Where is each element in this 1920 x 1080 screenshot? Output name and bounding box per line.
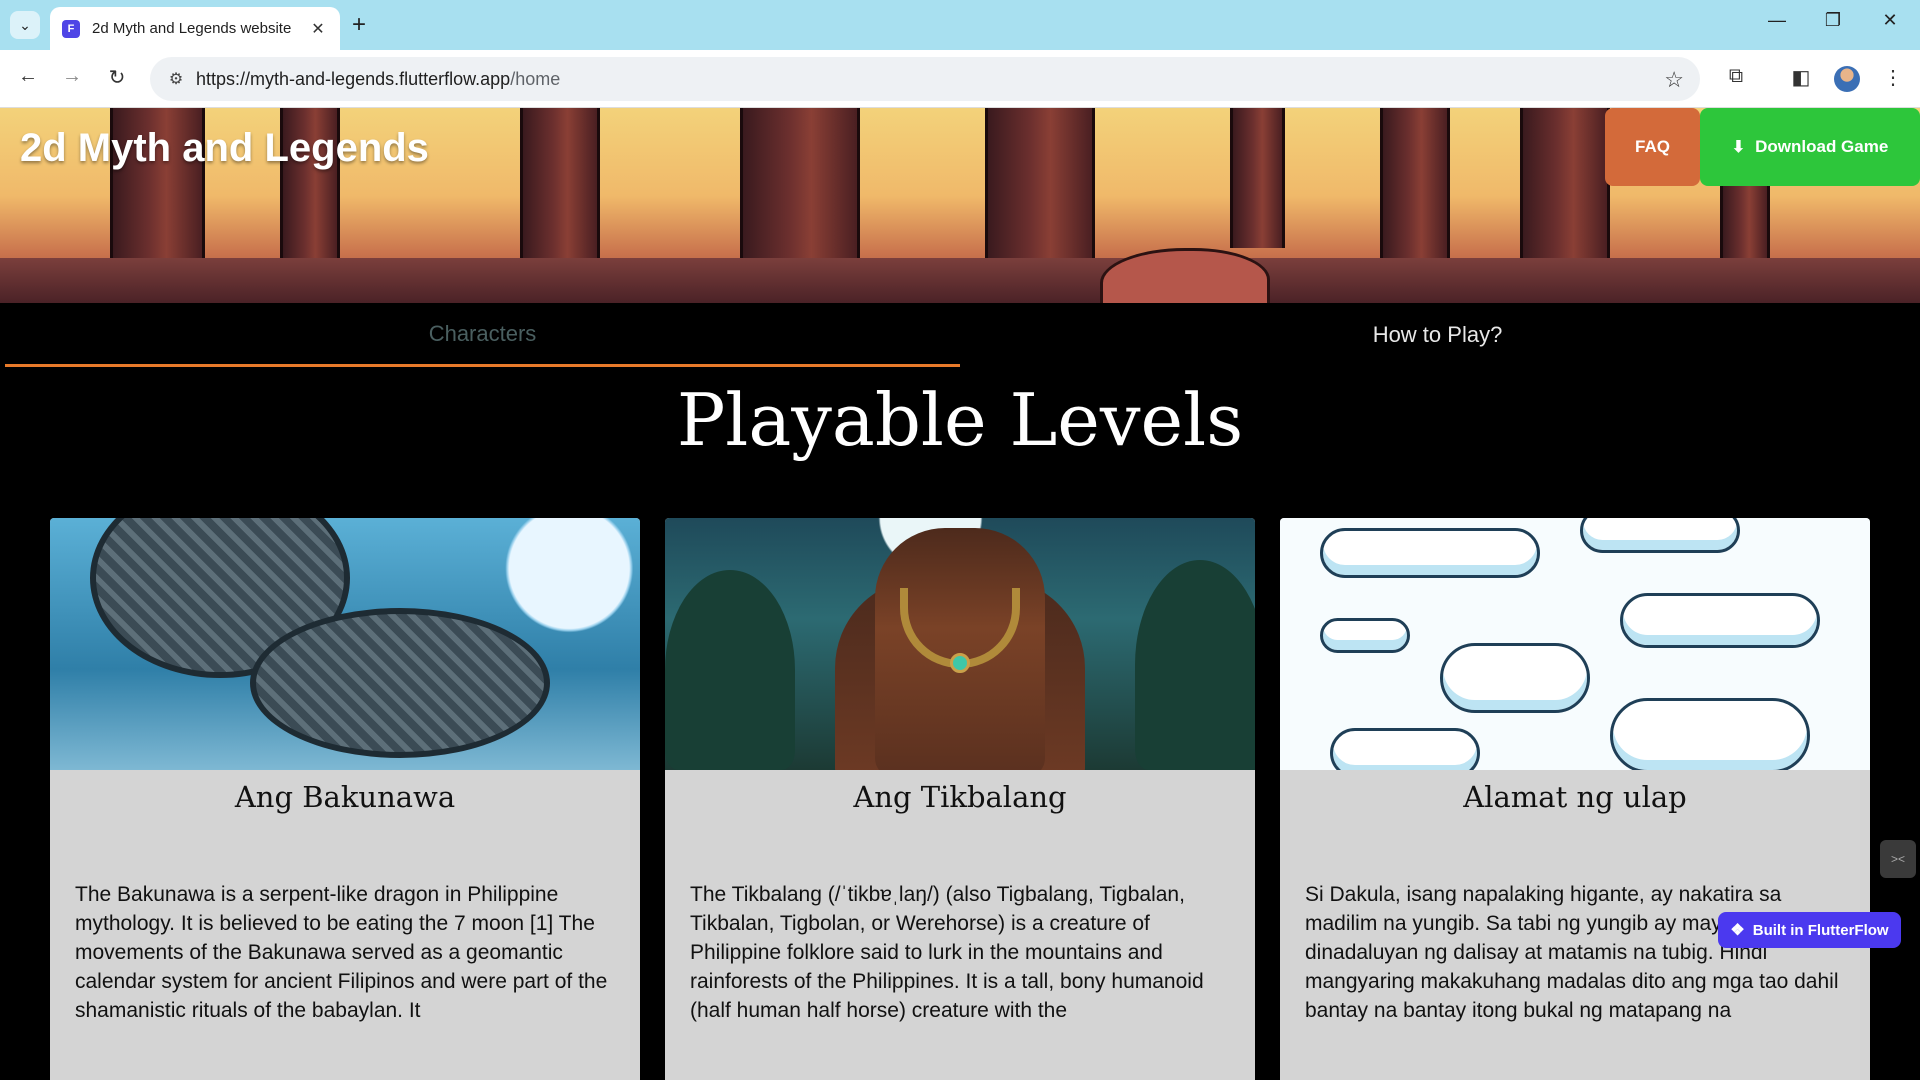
bookmark-star-icon[interactable]: ☆ xyxy=(1664,67,1684,93)
rock-decoration xyxy=(1100,248,1270,303)
card-description: The Bakunawa is a serpent-like dragon in… xyxy=(75,883,608,1022)
profile-avatar[interactable] xyxy=(1834,66,1860,92)
extensions-icon[interactable]: ⧉ xyxy=(1722,65,1750,88)
tree-trunk-decoration xyxy=(520,108,600,268)
browser-tab-bar: ⌄ F 2d Myth and Legends website ✕ + — ❐ … xyxy=(0,0,1920,50)
ground-decoration xyxy=(0,258,1920,303)
built-in-flutterflow-badge[interactable]: ❖ Built in FlutterFlow xyxy=(1718,912,1901,948)
clouds-image xyxy=(1280,518,1870,770)
address-bar[interactable]: ⚙ https://myth-and-legends.flutterflow.a… xyxy=(150,57,1700,101)
cloud-decoration xyxy=(1440,643,1590,713)
tab-title: 2d Myth and Legends website xyxy=(92,20,292,37)
close-window-icon[interactable]: ✕ xyxy=(1875,10,1905,31)
menu-dots-icon[interactable]: ⋮ xyxy=(1879,65,1907,90)
url-host: https://myth-and-legends.flutterflow.app xyxy=(196,68,511,89)
cloud-decoration xyxy=(1620,593,1820,648)
tab-search-button[interactable]: ⌄ xyxy=(10,11,40,39)
card-title: Alamat ng ulap xyxy=(1463,780,1687,814)
download-game-button[interactable]: ⬇ Download Game xyxy=(1700,108,1920,186)
page-heading: Playable Levels xyxy=(676,378,1244,462)
dragon-coil-decoration xyxy=(250,608,550,758)
url-text: https://myth-and-legends.flutterflow.app… xyxy=(196,69,560,90)
cloud-decoration xyxy=(1320,528,1540,578)
card-description: Si Dakula, isang napalaking higante, ay … xyxy=(1305,883,1839,1022)
back-icon[interactable]: ← xyxy=(14,65,42,88)
hero-banner: 2d Myth and Legends FAQ ⬇ Download Game xyxy=(0,108,1920,303)
tree-decoration xyxy=(1135,560,1255,770)
new-tab-icon[interactable]: + xyxy=(352,12,366,38)
tab-bar: Characters How to Play? xyxy=(0,303,1920,373)
card-title: Ang Tikbalang xyxy=(853,780,1067,814)
cloud-decoration xyxy=(1610,698,1810,770)
download-icon: ⬇ xyxy=(1731,139,1746,156)
cloud-decoration xyxy=(1320,618,1410,653)
reload-icon[interactable]: ↻ xyxy=(103,65,131,90)
faq-button[interactable]: FAQ xyxy=(1605,108,1700,186)
chevron-down-icon: ⌄ xyxy=(19,16,31,33)
flutterflow-icon: ❖ xyxy=(1730,922,1745,939)
cloud-decoration xyxy=(1580,518,1740,553)
card-title: Ang Bakunawa xyxy=(234,780,456,814)
level-card-bakunawa[interactable]: Ang Bakunawa The Bakunawa is a serpent-l… xyxy=(50,518,640,1080)
restore-icon[interactable]: ❐ xyxy=(1818,10,1848,31)
site-info-icon[interactable]: ⚙ xyxy=(156,69,196,89)
download-game-label: Download Game xyxy=(1755,137,1889,156)
side-handle-icon[interactable]: >< xyxy=(1880,840,1916,878)
gem-decoration xyxy=(950,653,970,673)
tikbalang-image xyxy=(665,518,1255,770)
page: 2d Myth and Legends FAQ ⬇ Download Game … xyxy=(0,108,1920,1080)
cloud-decoration xyxy=(1330,728,1480,770)
close-tab-icon[interactable]: ✕ xyxy=(308,19,328,39)
bakunawa-image xyxy=(50,518,640,770)
tree-decoration xyxy=(665,570,795,770)
tree-trunk-decoration xyxy=(1230,108,1285,248)
tree-trunk-decoration xyxy=(1380,108,1450,273)
card-description: The Tikbalang (/ˈtikbɐˌlaŋ/) (also Tigba… xyxy=(690,883,1204,1022)
level-card-tikbalang[interactable]: Ang Tikbalang The Tikbalang (/ˈtikbɐˌlaŋ… xyxy=(665,518,1255,1080)
url-path: /home xyxy=(510,68,561,89)
badge-label: Built in FlutterFlow xyxy=(1752,921,1889,939)
tree-trunk-decoration xyxy=(740,108,860,258)
side-panel-icon[interactable]: ◧ xyxy=(1787,65,1815,90)
level-card-alamat-ng-ulap[interactable]: Alamat ng ulap Si Dakula, isang napalaki… xyxy=(1280,518,1870,1080)
site-title: 2d Myth and Legends xyxy=(20,126,429,170)
forward-icon[interactable]: → xyxy=(58,65,86,88)
tab-characters[interactable]: Characters xyxy=(5,303,960,367)
tab-how-to-play[interactable]: How to Play? xyxy=(960,303,1915,366)
browser-toolbar: ← → ↻ ⚙ https://myth-and-legends.flutter… xyxy=(0,50,1920,108)
minimize-icon[interactable]: — xyxy=(1762,10,1792,31)
browser-tab[interactable]: F 2d Myth and Legends website ✕ xyxy=(50,7,340,50)
flutterflow-favicon-icon: F xyxy=(62,19,80,38)
